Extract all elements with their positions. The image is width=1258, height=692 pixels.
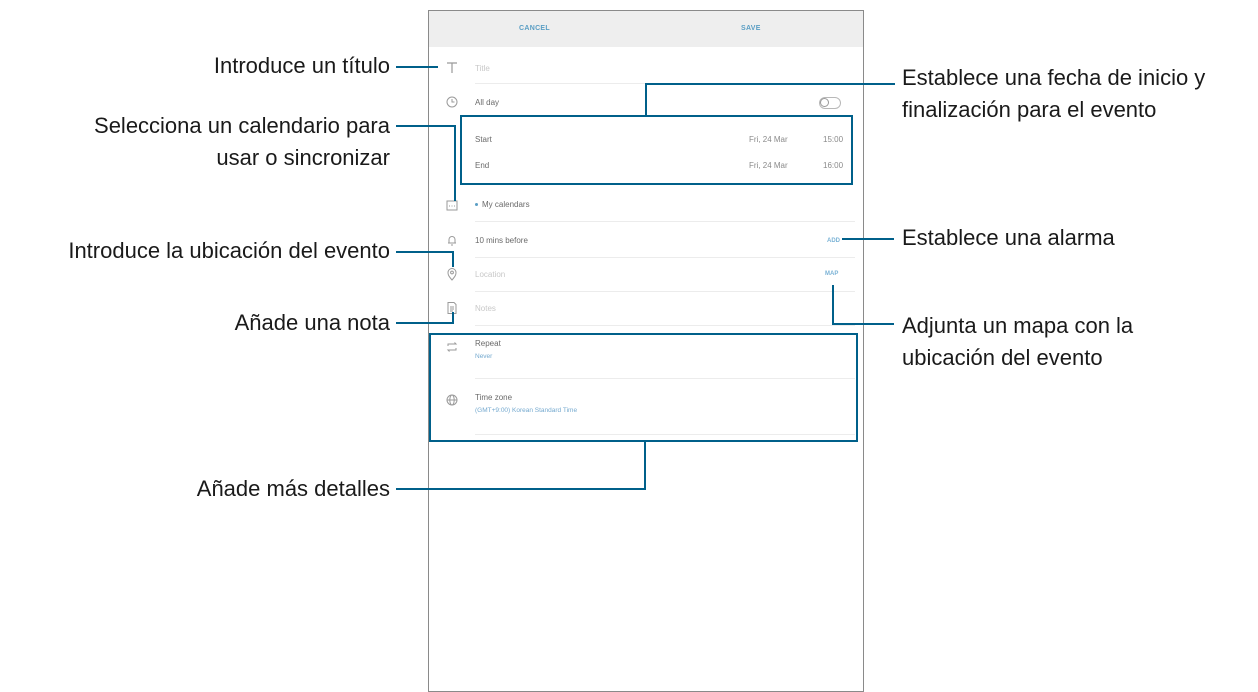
- notes-row[interactable]: Notes: [429, 297, 863, 321]
- header-bar: CANCEL SAVE: [429, 11, 863, 47]
- divider: [475, 291, 855, 292]
- annotation-location: Introduce la ubicación del evento: [68, 238, 390, 263]
- divider: [475, 325, 855, 326]
- annotation-alarm: Establece una alarma: [902, 225, 1115, 250]
- callout-line: [396, 66, 438, 68]
- callout-line: [645, 83, 895, 85]
- bell-icon: [448, 236, 456, 246]
- annotation-map-line1: Adjunta un mapa con la: [902, 313, 1134, 338]
- cancel-button[interactable]: CANCEL: [519, 25, 550, 32]
- map-button[interactable]: MAP: [825, 271, 838, 277]
- callout-line: [396, 125, 456, 127]
- location-input[interactable]: Location: [475, 270, 505, 279]
- save-button[interactable]: SAVE: [741, 25, 761, 32]
- callout-line: [454, 125, 456, 201]
- location-pin-icon: [447, 268, 457, 281]
- title-input[interactable]: Title: [475, 64, 490, 73]
- calendar-row[interactable]: My calendars: [429, 193, 863, 217]
- annotation-title: Introduce un título: [213, 53, 390, 78]
- calendar-label: My calendars: [482, 200, 530, 209]
- callout-line: [832, 285, 834, 325]
- date-range-highlight: [460, 115, 853, 185]
- callout-line: [832, 323, 894, 325]
- clock-icon: [446, 96, 458, 108]
- add-alarm-button[interactable]: ADD: [827, 238, 840, 244]
- divider: [475, 257, 855, 258]
- calendar-color-dot: [475, 203, 478, 206]
- calendar-icon: [446, 200, 458, 211]
- all-day-toggle[interactable]: [819, 97, 841, 109]
- text-icon: [447, 62, 457, 73]
- callout-line: [644, 442, 646, 490]
- annotation-map-line2: ubicación del evento: [902, 345, 1103, 370]
- notes-input[interactable]: Notes: [475, 304, 496, 313]
- alarm-row[interactable]: 10 mins before ADD: [429, 229, 863, 253]
- title-row[interactable]: Title: [429, 55, 863, 85]
- annotation-dates-line2: finalización para el evento: [902, 97, 1157, 122]
- annotation-calendar-line2: usar o sincronizar: [216, 145, 390, 170]
- callout-line: [452, 251, 454, 267]
- callout-line: [452, 312, 454, 324]
- location-row[interactable]: Location MAP: [429, 263, 863, 287]
- annotation-dates-line1: Establece una fecha de inicio y: [902, 65, 1206, 90]
- divider: [475, 221, 855, 222]
- callout-line: [842, 238, 894, 240]
- callout-line: [396, 488, 646, 490]
- alarm-label: 10 mins before: [475, 236, 528, 245]
- annotation-note: Añade una nota: [234, 310, 390, 335]
- callout-line: [645, 83, 647, 116]
- callout-line: [396, 322, 454, 324]
- all-day-label: All day: [475, 98, 500, 107]
- annotation-calendar-line1: Selecciona un calendario para: [94, 113, 390, 138]
- more-details-highlight: [429, 333, 858, 442]
- callout-line: [396, 251, 454, 253]
- annotation-details: Añade más detalles: [196, 476, 390, 501]
